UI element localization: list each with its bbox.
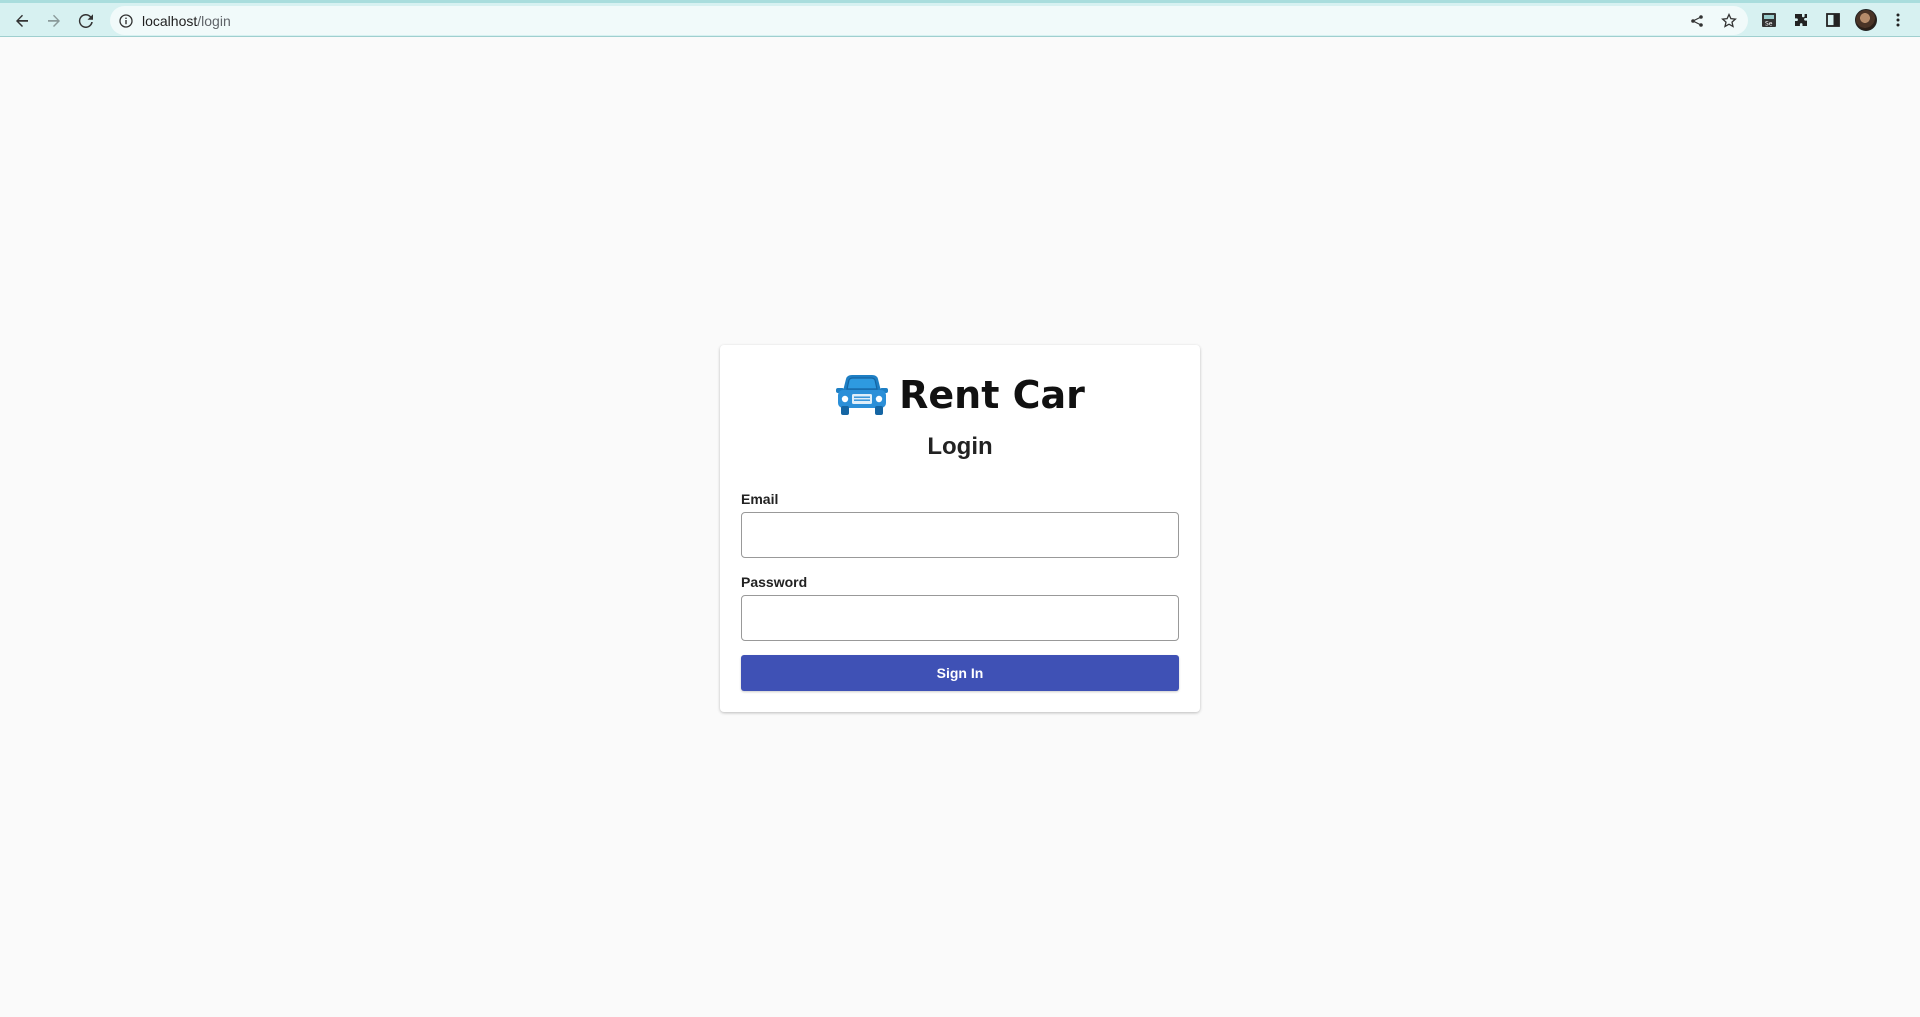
extensions-puzzle-icon[interactable] — [1791, 10, 1811, 30]
back-icon[interactable] — [8, 7, 36, 35]
reload-icon[interactable] — [72, 7, 100, 35]
extension-se-icon[interactable]: Se — [1759, 10, 1779, 30]
share-icon[interactable] — [1688, 12, 1706, 30]
svg-text:Se: Se — [1765, 21, 1773, 28]
side-panel-icon[interactable] — [1823, 10, 1843, 30]
url-host: localhost — [142, 12, 198, 29]
site-info-icon[interactable] — [118, 13, 134, 29]
sign-in-button[interactable]: Sign In — [741, 655, 1179, 691]
forward-icon[interactable] — [40, 7, 68, 35]
menu-kebab-icon[interactable] — [1888, 10, 1908, 30]
brand-name: Rent Car — [899, 373, 1085, 417]
url-path: /login — [197, 12, 231, 29]
profile-avatar[interactable] — [1855, 9, 1877, 31]
email-field[interactable] — [741, 512, 1179, 558]
login-card: Rent Car Login Email Password Sign In — [720, 345, 1200, 712]
password-field[interactable] — [741, 595, 1179, 641]
page-title: Login — [927, 433, 993, 460]
email-label: Email — [741, 491, 779, 507]
car-icon — [836, 375, 889, 415]
url-text: localhost/login — [142, 13, 231, 29]
address-bar[interactable]: localhost/login — [110, 6, 1748, 35]
browser-toolbar: localhost/login Se — [0, 0, 1920, 37]
brand-header: Rent Car — [720, 369, 1200, 421]
bookmark-star-icon[interactable] — [1720, 12, 1738, 30]
password-label: Password — [741, 574, 808, 590]
